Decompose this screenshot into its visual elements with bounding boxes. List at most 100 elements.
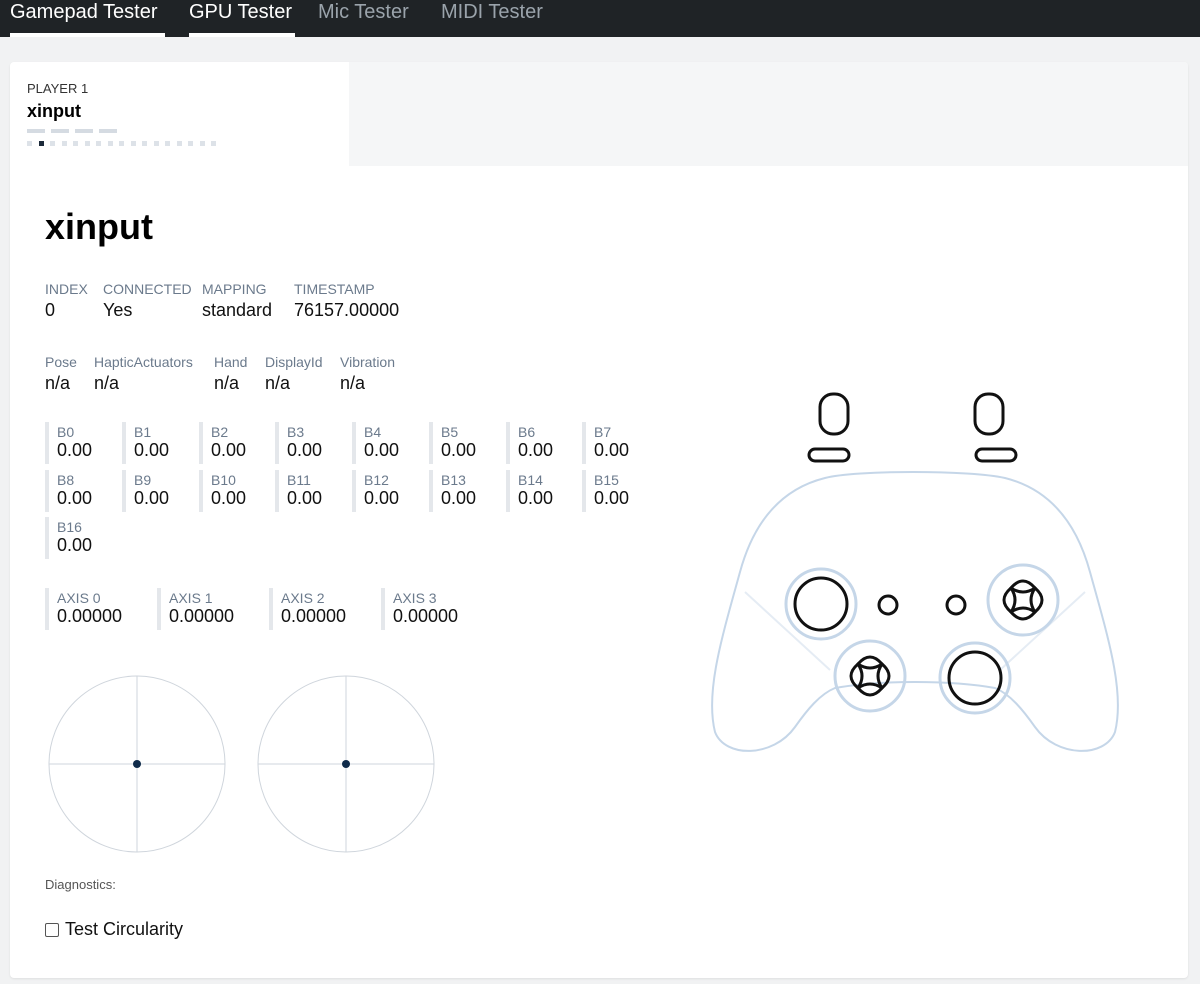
axis-value: 0.00000 — [169, 606, 235, 626]
button-value: 0.00 — [594, 488, 630, 508]
face-button-right — [1029, 585, 1044, 615]
tab-gamepad-tester[interactable]: Gamepad Tester — [10, 0, 165, 37]
button-value: 0.00 — [57, 535, 93, 555]
mini-button-dot — [96, 141, 101, 146]
axis-label: AXIS 2 — [281, 590, 325, 606]
button-cell-b13: B13 0.00 — [429, 470, 503, 512]
dpad-right — [876, 661, 891, 691]
axis-value: 0.00000 — [57, 606, 123, 626]
button-label: B16 — [57, 519, 82, 535]
mini-button-dot — [211, 141, 216, 146]
button-value: 0.00 — [211, 440, 247, 460]
button-label: B9 — [134, 472, 152, 488]
button-cell-b5: B5 0.00 — [429, 422, 503, 464]
button-cell-b1: B1 0.00 — [122, 422, 196, 464]
button-cell-b3: B3 0.00 — [275, 422, 349, 464]
button-label: B15 — [594, 472, 619, 488]
button-cell-b8: B8 0.00 — [45, 470, 119, 512]
right-stick-visualizer — [257, 675, 435, 853]
left-trigger — [818, 392, 850, 436]
menu-button — [945, 594, 967, 616]
axis-cell-0: AXIS 0 0.00000 — [45, 588, 149, 630]
button-value: 0.00 — [134, 440, 170, 460]
test-circularity-checkbox[interactable] — [45, 922, 59, 937]
mini-button-dot — [130, 141, 136, 146]
button-value: 0.00 — [211, 488, 247, 508]
extra-value: n/a — [214, 373, 240, 393]
mini-button-dot — [176, 141, 182, 146]
diagnostics-label: Diagnostics: — [45, 877, 116, 892]
mini-button-dot — [199, 141, 205, 146]
extra-value: n/a — [340, 373, 366, 393]
button-label: B3 — [287, 424, 305, 440]
extra-label: Vibration — [340, 354, 396, 370]
player-name: xinput — [27, 101, 81, 121]
extra-value: n/a — [45, 373, 71, 393]
face-buttons — [1002, 579, 1044, 621]
info-value: standard — [202, 300, 273, 320]
view-button — [877, 594, 899, 616]
tab-underline — [189, 33, 295, 37]
test-circularity-row[interactable]: Test Circularity — [45, 919, 183, 940]
tab-gpu-tester[interactable]: GPU Tester — [189, 0, 295, 37]
info-label: TIMESTAMP — [294, 281, 375, 297]
tab-mic-tester[interactable]: Mic Tester — [318, 0, 409, 37]
right-stick — [947, 650, 1003, 706]
button-label: B1 — [134, 424, 152, 440]
axis-label: AXIS 0 — [57, 590, 101, 606]
tab-midi-tester[interactable]: MIDI Tester — [441, 0, 543, 37]
extra-value: n/a — [265, 373, 291, 393]
dpad — [849, 655, 891, 697]
button-cell-b11: B11 0.00 — [275, 470, 349, 512]
extra-label: Pose — [45, 354, 77, 370]
button-cell-b16: B16 0.00 — [45, 517, 119, 559]
button-label: B7 — [594, 424, 612, 440]
mini-button-dot — [165, 141, 170, 146]
button-label: B8 — [57, 472, 75, 488]
mini-button-dot — [38, 141, 44, 146]
mini-button-dot — [188, 141, 193, 146]
button-value: 0.00 — [134, 488, 170, 508]
mini-bar — [75, 129, 93, 133]
extra-label: Hand — [214, 354, 248, 370]
dpad-down — [855, 682, 885, 697]
button-label: B2 — [211, 424, 229, 440]
extra-label: HapticActuators — [94, 354, 193, 370]
button-value: 0.00 — [364, 440, 400, 460]
button-label: B14 — [518, 472, 543, 488]
left-stick — [793, 576, 849, 632]
top-nav: Gamepad Tester GPU Tester Mic Tester MID… — [0, 0, 1200, 37]
info-value: 0 — [45, 300, 56, 320]
button-label: B13 — [441, 472, 466, 488]
button-cell-b0: B0 0.00 — [45, 422, 119, 464]
axis-label: AXIS 1 — [169, 590, 213, 606]
axis-cell-2: AXIS 2 0.00000 — [269, 588, 373, 630]
mini-button-dot — [50, 141, 55, 146]
face-buttons-ring — [986, 563, 1060, 637]
button-cell-b7: B7 0.00 — [582, 422, 656, 464]
button-value: 0.00 — [594, 440, 630, 460]
button-value: 0.00 — [57, 488, 93, 508]
right-trigger — [973, 392, 1005, 436]
button-value: 0.00 — [441, 440, 477, 460]
face-button-bottom — [1008, 606, 1038, 621]
tab-label: Mic Tester — [318, 1, 409, 23]
gamepad-card: PLAYER 1 xinput xinput INDEX 0 CONNECTED… — [10, 62, 1188, 978]
tab-label: Gamepad Tester — [10, 1, 158, 23]
left-stick-visualizer — [48, 675, 226, 853]
axis-label: AXIS 3 — [393, 590, 437, 606]
button-label: B10 — [211, 472, 236, 488]
extra-value: n/a — [94, 373, 120, 393]
axis-value: 0.00000 — [281, 606, 347, 626]
button-cell-b6: B6 0.00 — [506, 422, 580, 464]
mini-bar — [27, 129, 45, 133]
button-cell-b15: B15 0.00 — [582, 470, 656, 512]
button-cell-b14: B14 0.00 — [506, 470, 580, 512]
gamepad-title: xinput — [45, 206, 153, 247]
button-value: 0.00 — [441, 488, 477, 508]
face-button-top — [1008, 579, 1038, 594]
button-cell-b10: B10 0.00 — [199, 470, 273, 512]
axis-cell-3: AXIS 3 0.00000 — [381, 588, 485, 630]
info-label: INDEX — [45, 281, 88, 297]
left-bumper — [807, 447, 851, 463]
